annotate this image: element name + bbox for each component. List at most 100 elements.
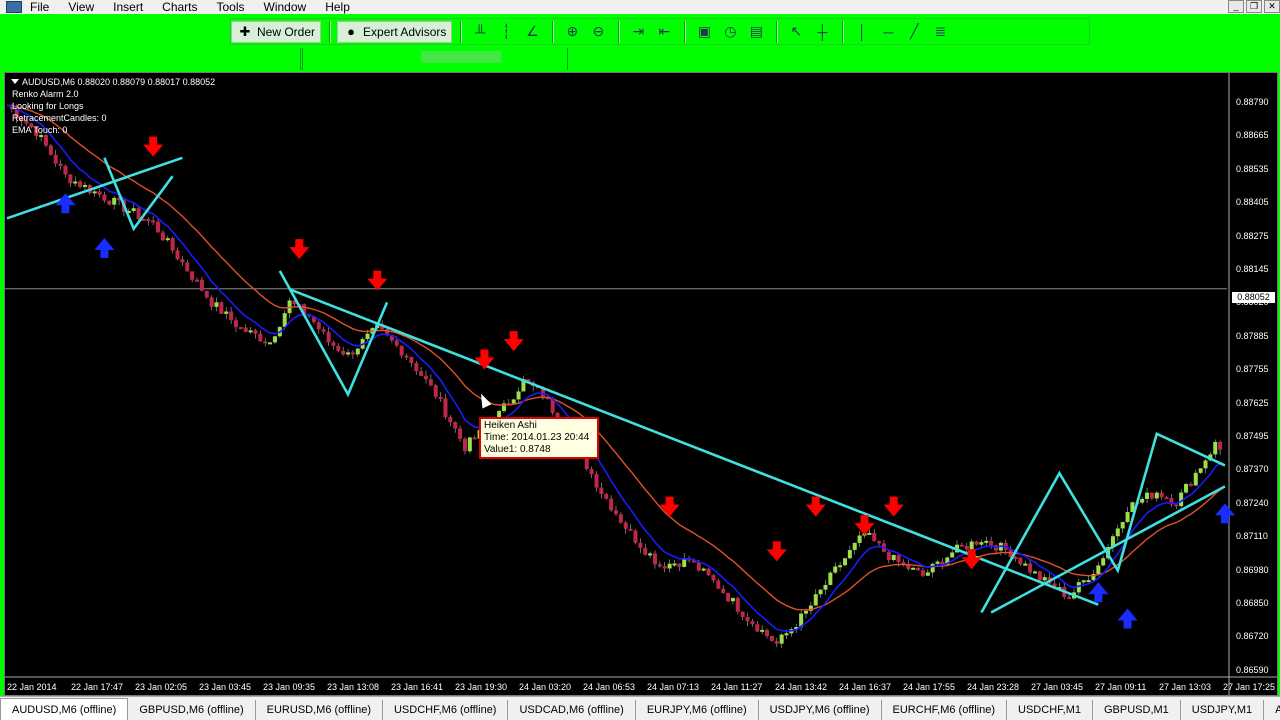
candle-body: [877, 541, 882, 544]
autoscroll-icon[interactable]: ⇤: [652, 21, 676, 43]
candle-body: [599, 487, 604, 494]
candle-body: [428, 379, 433, 386]
candle-body: [331, 342, 336, 346]
candle-body: [833, 566, 838, 573]
candle-body: [175, 250, 180, 260]
candle-body: [726, 593, 731, 602]
candle-body: [872, 532, 877, 542]
overlay-line: Looking for Longs: [12, 101, 84, 111]
zoom-out-icon[interactable]: ⊖: [586, 21, 610, 43]
trend-line: [980, 431, 1226, 614]
candle-body: [643, 547, 648, 555]
time-tick-label: 27 Jan 13:03: [1159, 682, 1212, 692]
menu-charts[interactable]: Charts: [162, 0, 197, 14]
candle-body: [92, 191, 97, 194]
tab-eurchf-m6[interactable]: EURCHF,M6 (offline): [882, 700, 1008, 720]
menu-insert[interactable]: Insert: [113, 0, 143, 14]
line-chart-icon[interactable]: ∠: [520, 21, 544, 43]
candle-body: [735, 598, 740, 612]
candle-body: [594, 474, 599, 488]
candle-body: [404, 355, 409, 358]
zoom-in-icon[interactable]: ⊕: [560, 21, 584, 43]
menu-help[interactable]: Help: [325, 0, 350, 14]
sell-arrow-icon: [289, 239, 310, 260]
candle-body: [984, 540, 989, 543]
sell-arrow-icon: [143, 136, 164, 157]
new-order-label: New Order: [257, 24, 316, 39]
candle-body: [804, 610, 809, 614]
tab-usdchf-m6[interactable]: USDCHF,M6 (offline): [383, 700, 509, 720]
crosshair-icon[interactable]: ┼: [810, 21, 834, 43]
tab-usdcad-m6[interactable]: USDCAD,M6 (offline): [508, 700, 636, 720]
toolbar-separator: [460, 20, 463, 43]
sell-arrow-icon: [766, 541, 787, 562]
candle-body: [701, 568, 706, 571]
fibonacci-icon[interactable]: ≣: [928, 21, 952, 43]
candle-body: [1213, 441, 1218, 455]
trendline-icon[interactable]: ╱: [902, 21, 926, 43]
minimize-button[interactable]: _: [1228, 0, 1244, 13]
chart-window[interactable]: AUDUSD,M6 0.88020 0.88079 0.88017 0.8805…: [4, 72, 1278, 696]
candle-body: [53, 154, 58, 164]
bar-chart-icon[interactable]: ╨: [468, 21, 492, 43]
tab-eurjpy-m6[interactable]: EURJPY,M6 (offline): [636, 700, 759, 720]
candle-body: [1115, 528, 1120, 537]
candle-body: [443, 398, 448, 418]
new-order-button[interactable]: ✚ New Order: [231, 20, 322, 43]
candle-body: [214, 302, 219, 307]
candle-body: [160, 232, 165, 241]
overlay-line: RetracementCandles: 0: [12, 113, 107, 123]
chart-canvas: [5, 73, 1277, 695]
time-tick-label: 22 Jan 17:47: [71, 682, 124, 692]
vertical-line-icon[interactable]: │: [850, 21, 874, 43]
menu-tools[interactable]: Tools: [217, 0, 245, 14]
candle-body: [190, 271, 195, 280]
time-tick-label: 27 Jan 09:11: [1095, 682, 1147, 692]
chart-shift-icon[interactable]: ⇥: [626, 21, 650, 43]
menu-view[interactable]: View: [68, 0, 94, 14]
tab-audusd-m6[interactable]: AUDUSD,M6 (offline): [0, 698, 129, 720]
expert-advisors-label: Expert Advisors: [363, 24, 447, 39]
candle-body: [316, 322, 321, 330]
tab-gbpusd-m6[interactable]: GBPUSD,M6 (offline): [128, 700, 256, 720]
menu-file[interactable]: File: [30, 0, 49, 14]
tab-eurusd-m6[interactable]: EURUSD,M6 (offline): [256, 700, 383, 720]
candle-body: [950, 552, 955, 558]
tab-usdjpy-m6[interactable]: USDJPY,M6 (offline): [759, 700, 882, 720]
candle-body: [657, 564, 662, 567]
candle-body: [818, 589, 823, 595]
candle-body: [842, 558, 847, 566]
templates-icon[interactable]: ▤: [744, 21, 768, 43]
price-tick-label: 0.86590: [1236, 664, 1269, 675]
price-tick-label: 0.87755: [1236, 364, 1269, 375]
expert-advisors-button[interactable]: ● Expert Advisors: [337, 20, 453, 43]
close-button[interactable]: ✕: [1264, 0, 1280, 13]
candle-body: [263, 341, 268, 344]
cursor-icon[interactable]: ↖: [784, 21, 808, 43]
time-tick-label: 27 Jan 03:45: [1031, 682, 1084, 692]
candle-body: [326, 331, 331, 343]
restore-button[interactable]: ❐: [1246, 0, 1262, 13]
candle-body: [341, 350, 346, 355]
menu-window[interactable]: Window: [264, 0, 307, 14]
tab-usdjpy-m1[interactable]: USDJPY,M1: [1181, 700, 1265, 720]
candle-body: [774, 640, 779, 644]
time-tick-label: 24 Jan 03:20: [519, 682, 572, 692]
candle-body: [969, 541, 974, 550]
candle-body: [238, 327, 243, 330]
periods-icon[interactable]: ◷: [718, 21, 742, 43]
tab-gbpusd-m1[interactable]: GBPUSD,M1: [1093, 700, 1181, 720]
candle-body: [1018, 557, 1023, 565]
horizontal-line-icon[interactable]: ─: [876, 21, 900, 43]
tab-aud[interactable]: AUD: [1264, 700, 1280, 720]
price-tick-label: 0.86720: [1236, 631, 1269, 642]
candle-body: [1149, 492, 1154, 499]
indicators-icon[interactable]: ▣: [692, 21, 716, 43]
tab-usdchf-m1[interactable]: USDCHF,M1: [1007, 700, 1093, 720]
price-tick-label: 0.86850: [1236, 598, 1269, 608]
candle-body: [102, 194, 107, 201]
price-tick-label: 0.87885: [1236, 330, 1269, 341]
candle-body: [1125, 512, 1130, 523]
candle-body: [740, 611, 745, 618]
candlestick-icon[interactable]: ┆: [494, 21, 518, 43]
